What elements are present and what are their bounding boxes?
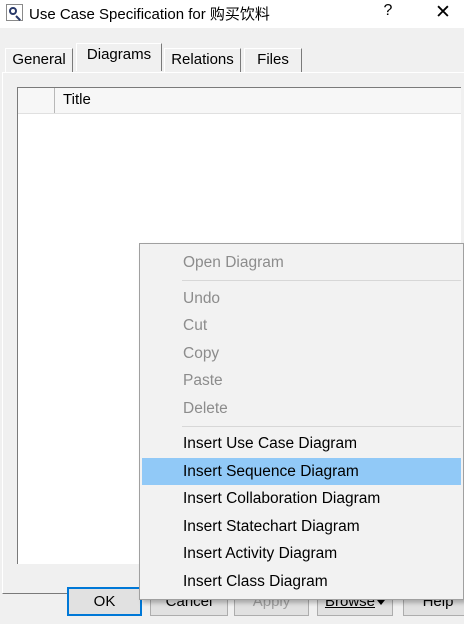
menu-item-insert-use-case-diagram[interactable]: Insert Use Case Diagram — [142, 430, 461, 457]
column-header-icon[interactable] — [18, 88, 55, 113]
menu-item-insert-collaboration-diagram[interactable]: Insert Collaboration Diagram — [142, 485, 461, 512]
menu-item-open-diagram[interactable]: Open Diagram — [142, 249, 461, 276]
tab-diagrams[interactable]: Diagrams — [76, 43, 162, 71]
menu-item-insert-class-diagram[interactable]: Insert Class Diagram — [142, 568, 461, 595]
dropdown-arrow-icon — [377, 599, 386, 605]
menu-item-insert-sequence-diagram[interactable]: Insert Sequence Diagram — [142, 458, 461, 485]
column-header-title[interactable]: Title — [63, 91, 91, 108]
menu-item-paste[interactable]: Paste — [142, 367, 461, 394]
menu-item-insert-activity-diagram[interactable]: Insert Activity Diagram — [142, 540, 461, 567]
close-button[interactable]: ✕ — [432, 1, 454, 24]
menu-item-delete[interactable]: Delete — [142, 395, 461, 422]
context-menu: Open Diagram Undo Cut Copy Paste Delete … — [139, 243, 464, 600]
menu-item-insert-statechart-diagram[interactable]: Insert Statechart Diagram — [142, 513, 461, 540]
menu-item-cut[interactable]: Cut — [142, 312, 461, 339]
menu-separator — [182, 426, 461, 427]
list-header: Title — [18, 88, 461, 114]
menu-separator — [182, 280, 461, 281]
tab-files[interactable]: Files — [244, 48, 302, 72]
tab-general[interactable]: General — [5, 48, 73, 72]
title-bar: Use Case Specification for 购买饮料 ? ✕ — [0, 0, 464, 28]
window-title: Use Case Specification for 购买饮料 — [29, 6, 270, 23]
menu-item-undo[interactable]: Undo — [142, 285, 461, 312]
tab-relations[interactable]: Relations — [164, 48, 241, 72]
ok-button[interactable]: OK — [67, 587, 142, 616]
help-title-button[interactable]: ? — [380, 2, 396, 20]
menu-item-copy[interactable]: Copy — [142, 340, 461, 367]
magnifier-icon — [6, 4, 23, 21]
